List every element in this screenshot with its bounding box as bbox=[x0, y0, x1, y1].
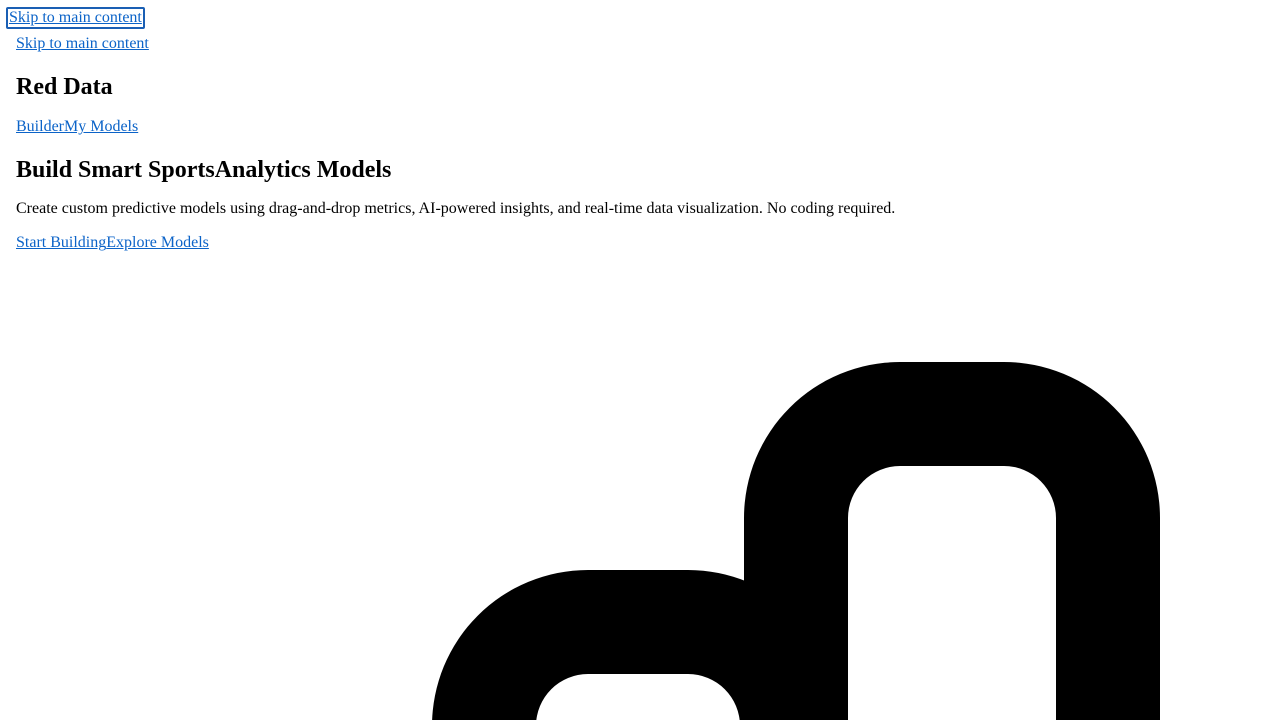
main-nav: BuilderMy Models bbox=[16, 117, 1264, 137]
bar-chart-right-bar bbox=[744, 362, 1160, 720]
hero-title: Build Smart SportsAnalytics Models bbox=[16, 156, 1264, 184]
start-building-link[interactable]: Start Building bbox=[16, 234, 106, 251]
explore-models-link[interactable]: Explore Models bbox=[106, 234, 209, 251]
bar-chart-left-bar bbox=[432, 570, 844, 720]
page-content: Skip to main content Red Data BuilderMy … bbox=[16, 34, 1264, 253]
hero-title-part-1: Build Smart Sports bbox=[16, 157, 215, 183]
nav-link-my-models[interactable]: My Models bbox=[64, 118, 138, 135]
hero-cta-group: Start BuildingExplore Models bbox=[16, 233, 1264, 253]
hero-title-part-2: Analytics Models bbox=[214, 157, 392, 183]
skip-to-main-content-link[interactable]: Skip to main content bbox=[16, 34, 149, 54]
nav-link-builder[interactable]: Builder bbox=[16, 118, 64, 135]
brand-title: Red Data bbox=[16, 74, 113, 100]
hero-subtitle: Create custom predictive models using dr… bbox=[16, 200, 896, 217]
skip-to-main-content-link-focused[interactable]: Skip to main content bbox=[6, 7, 145, 29]
